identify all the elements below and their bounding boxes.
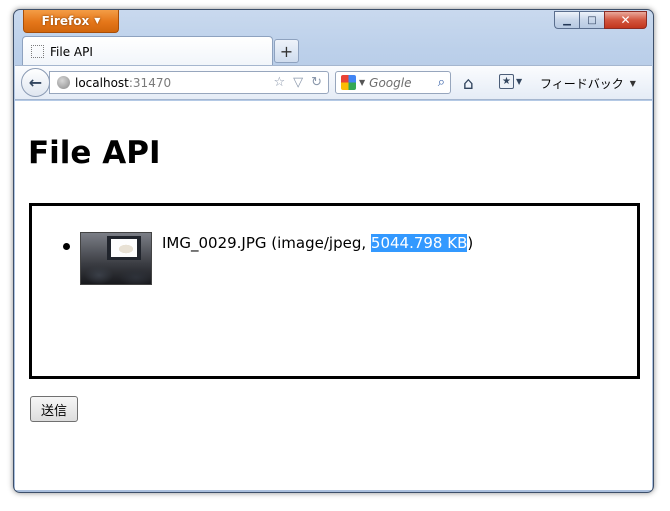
submit-button[interactable]: 送信: [30, 396, 78, 422]
home-icon[interactable]: ⌂: [463, 74, 474, 94]
browser-window: Firefox ▼ ▁ □ ✕ File API + localhost :31…: [13, 9, 654, 493]
page-favicon-icon: [31, 45, 44, 58]
firefox-menu-label: Firefox: [41, 13, 90, 28]
url-host: localhost: [75, 75, 129, 90]
image-thumbnail: [80, 232, 152, 285]
list-item: IMG_0029.JPG (image/jpeg, 5044.798 KB): [63, 232, 473, 285]
chevron-down-icon: ▼: [629, 79, 636, 88]
address-bar[interactable]: localhost :31470 ☆ ▽ ↻: [49, 71, 329, 94]
firefox-menu-button[interactable]: Firefox ▼: [23, 10, 119, 33]
new-tab-button[interactable]: +: [274, 39, 299, 63]
list-bullet: [63, 243, 70, 250]
bookmark-star-icon[interactable]: ☆: [273, 75, 285, 90]
back-button[interactable]: ←: [21, 68, 50, 97]
globe-icon: [57, 76, 70, 89]
reload-icon[interactable]: ↻: [311, 75, 322, 90]
url-port: :31470: [128, 75, 172, 90]
file-name-type: IMG_0029.JPG (image/jpeg,: [162, 234, 371, 252]
back-arrow-icon: ←: [28, 73, 43, 92]
feedback-button[interactable]: フィードバック ▼: [540, 75, 636, 92]
bookmarks-button[interactable]: ★ ▼: [499, 74, 522, 89]
feedback-label: フィードバック: [540, 77, 624, 91]
minimize-button[interactable]: ▁: [554, 11, 579, 29]
window-controls: ▁ □ ✕: [554, 11, 647, 29]
file-info-suffix: ): [467, 234, 474, 252]
page-title: File API: [28, 135, 161, 171]
tab-file-api[interactable]: File API: [22, 36, 273, 66]
file-size-selected: 5044.798 KB: [370, 234, 468, 252]
close-button[interactable]: ✕: [604, 11, 647, 29]
chevron-down-icon: ▼: [359, 78, 366, 87]
bookmarks-star-icon: ★: [499, 74, 514, 89]
chevron-down-icon: ▼: [516, 77, 523, 86]
search-icon[interactable]: ⌕: [438, 75, 445, 90]
navigation-toolbar: localhost :31470 ☆ ▽ ↻ ← ▼ Google ⌕ ⌂ ★ …: [15, 65, 652, 100]
chevron-down-icon: ▼: [94, 16, 101, 25]
history-dropdown-icon[interactable]: ▽: [293, 75, 303, 90]
tab-title: File API: [50, 44, 93, 59]
search-input[interactable]: Google: [369, 76, 411, 90]
address-bar-actions: ☆ ▽ ↻: [273, 75, 328, 90]
search-bar[interactable]: ▼ Google ⌕: [335, 71, 451, 94]
google-icon[interactable]: [341, 75, 356, 90]
maximize-button[interactable]: □: [579, 11, 604, 29]
file-info: IMG_0029.JPG (image/jpeg, 5044.798 KB): [162, 232, 473, 254]
file-drop-zone[interactable]: IMG_0029.JPG (image/jpeg, 5044.798 KB): [29, 203, 640, 379]
page-content: File API IMG_0029.JPG (image/jpeg, 5044.…: [15, 101, 652, 490]
